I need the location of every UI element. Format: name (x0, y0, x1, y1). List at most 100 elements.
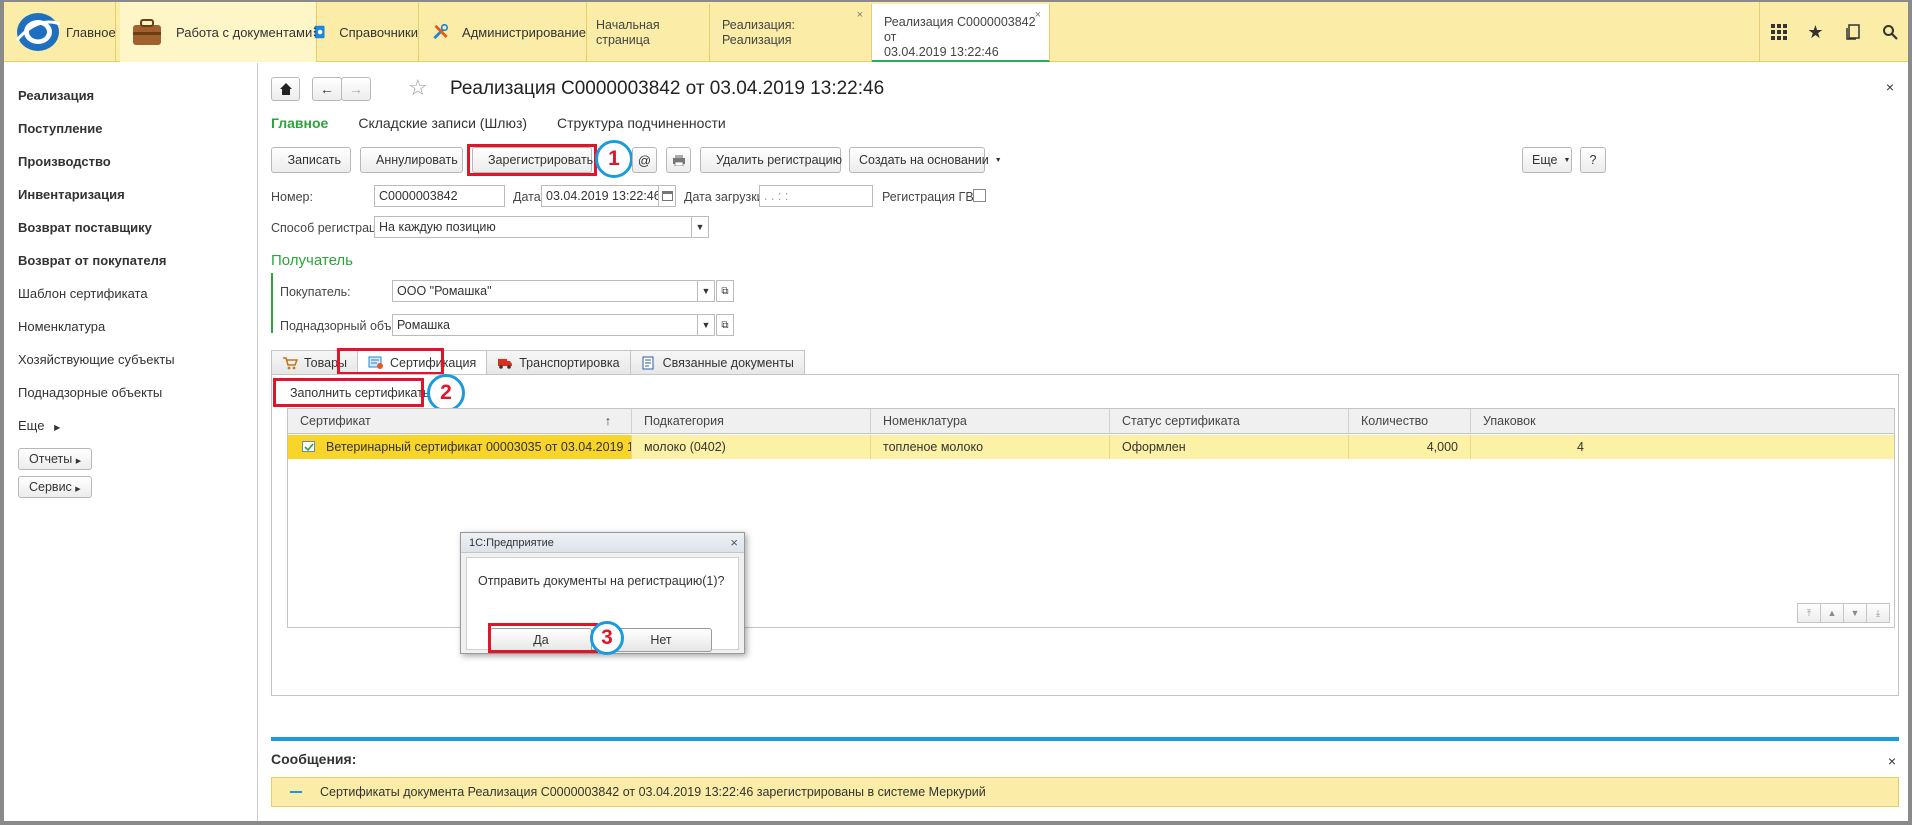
service-label: Сервис (29, 480, 72, 494)
save-label: Записать (287, 153, 341, 167)
tab-related-docs[interactable]: Связанные документы (629, 350, 805, 375)
sidebar-more-label: Еще (18, 418, 45, 433)
scroll-bottom-icon[interactable]: ⤓ (1866, 603, 1890, 623)
sidebar-item-return-customer[interactable]: Возврат от покупателя (4, 244, 257, 277)
message-text: Сертификаты документа Реализация С000000… (320, 785, 986, 799)
object-open-button[interactable]: ⧉ (716, 314, 734, 336)
column-header-label: Сертификат (300, 414, 371, 428)
caret-right-icon: ▶ (54, 423, 61, 432)
message-item[interactable]: Сертификаты документа Реализация С000000… (271, 777, 1899, 807)
tab-sales-list[interactable]: Реализация: Реализация × (710, 4, 872, 62)
date-field[interactable]: 03.04.2019 13:22:46 (541, 185, 659, 207)
scroll-up-icon[interactable]: ▲ (1820, 603, 1844, 623)
gve-checkbox[interactable] (973, 189, 986, 202)
sidebar-more[interactable]: Еще ▶ (4, 409, 257, 442)
number-field[interactable]: С0000003842 (374, 185, 505, 207)
tab-current-label-line2: 03.04.2019 13:22:46 (884, 45, 999, 59)
method-field[interactable]: На каждую позицию (374, 216, 692, 238)
reports-label: Отчеты (29, 452, 73, 466)
subnav-structure[interactable]: Структура подчиненности (557, 115, 726, 131)
address-book-icon (313, 25, 325, 39)
sidebar-item-inventory[interactable]: Инвентаризация (4, 178, 257, 211)
tab-transport[interactable]: Транспортировка (486, 350, 631, 375)
subnav-main[interactable]: Главное (271, 115, 328, 131)
create-based-on-label: Создать на основании (859, 153, 989, 167)
sidebar-item-entities[interactable]: Хозяйствующие субъекты (4, 343, 257, 376)
scroll-down-icon[interactable]: ▼ (1843, 603, 1867, 623)
column-header-certificate[interactable]: Сертификат ↑ (288, 409, 632, 434)
annul-label: Аннулировать (376, 153, 458, 167)
more-button[interactable]: Еще ▼ (1522, 147, 1572, 173)
arrow-right-icon: → (349, 81, 363, 97)
tab-current-document[interactable]: Реализация С0000003842 от 03.04.2019 13:… (872, 4, 1050, 62)
history-icon[interactable] (1834, 2, 1871, 62)
cell-status[interactable]: Оформлен (1110, 435, 1349, 459)
grid-icon[interactable] (1760, 2, 1797, 62)
search-icon[interactable] (1871, 2, 1908, 62)
close-icon[interactable]: × (1888, 753, 1896, 769)
sidebar-item-nomenclature[interactable]: Номенклатура (4, 310, 257, 343)
column-header-subcategory[interactable]: Подкатегория (632, 409, 871, 434)
buyer-dropdown[interactable]: ▼ (697, 280, 715, 302)
recipient-group-line (271, 273, 273, 333)
cell-certificate[interactable]: Ветеринарный сертификат 00003035 от 03.0… (288, 435, 632, 459)
home-button[interactable] (271, 77, 300, 101)
tab-close-icon[interactable]: × (1035, 8, 1041, 23)
caret-down-icon: ▼ (701, 320, 711, 330)
section-references[interactable]: Справочники (302, 2, 419, 62)
scroll-top-icon[interactable]: ⤒ (1797, 603, 1821, 623)
tab-sales-list-label: Реализация: Реализация (722, 18, 796, 47)
buyer-open-button[interactable]: ⧉ (716, 280, 734, 302)
star-icon[interactable]: ★ (1797, 2, 1834, 62)
column-header-quantity[interactable]: Количество (вес) (1349, 409, 1471, 453)
sidebar-item-receipt[interactable]: Поступление (4, 112, 257, 145)
calendar-button[interactable] (658, 185, 676, 207)
delete-registration-button[interactable]: Удалить регистрацию (700, 147, 842, 173)
create-based-on-button[interactable]: Создать на основании ▼ (849, 147, 1002, 173)
sidebar-item-sales[interactable]: Реализация (4, 79, 257, 112)
close-icon[interactable]: × (1886, 79, 1894, 95)
table-row[interactable]: Ветеринарный сертификат 00003035 от 03.0… (288, 435, 1894, 459)
messages-title: Сообщения: (271, 751, 357, 767)
section-documents[interactable]: Работа с документами (120, 2, 317, 62)
sidebar-item-production[interactable]: Производство (4, 145, 257, 178)
column-header-status[interactable]: Статус сертификата (1110, 409, 1349, 434)
back-button[interactable]: ← (312, 77, 342, 101)
reports-button[interactable]: Отчеты ▶ (18, 448, 93, 470)
cell-nomenclature[interactable]: топленое молоко (871, 435, 1110, 459)
load-date-field[interactable]: . . : : (759, 185, 873, 207)
caret-down-icon: ▼ (701, 286, 711, 296)
favorite-star-icon[interactable]: ☆ (408, 75, 428, 101)
section-admin[interactable]: Администрирование (419, 2, 587, 62)
service-button[interactable]: Сервис ▶ (18, 476, 92, 498)
help-button[interactable]: ? (1580, 147, 1606, 173)
column-header-packages[interactable]: Упаковок (1471, 409, 1596, 434)
print-button[interactable] (666, 147, 691, 173)
sidebar-item-return-supplier[interactable]: Возврат поставщику (4, 211, 257, 244)
no-button[interactable]: Нет (610, 628, 712, 652)
sidebar-item-cert-template[interactable]: Шаблон сертификата (4, 277, 257, 310)
sidebar-item-objects[interactable]: Поднадзорные объекты (4, 376, 257, 409)
tab-start-page[interactable]: Начальная страница (584, 4, 710, 62)
method-dropdown[interactable]: ▼ (691, 216, 709, 238)
email-button[interactable]: @ (632, 147, 657, 173)
section-references-label: Справочники (339, 24, 418, 40)
cell-quantity[interactable]: 4,000 (1349, 435, 1471, 459)
cell-subcategory[interactable]: молоко (0402) (632, 435, 871, 459)
confirm-dialog: 1С:Предприятие × Отправить документы на … (460, 532, 745, 655)
column-header-nomenclature[interactable]: Номенклатура (871, 409, 1110, 434)
buyer-field[interactable]: ООО "Ромашка" (392, 280, 698, 302)
close-icon[interactable]: × (730, 535, 738, 550)
object-dropdown[interactable]: ▼ (697, 314, 715, 336)
save-button[interactable]: Записать (271, 147, 351, 173)
logo-icon[interactable] (14, 10, 62, 54)
object-field[interactable]: Ромашка (392, 314, 698, 336)
subnav-warehouse[interactable]: Складские записи (Шлюз) (358, 115, 527, 131)
cell-packages[interactable]: 4 (1471, 435, 1596, 459)
highlight-box-fill (273, 378, 424, 407)
tab-close-icon[interactable]: × (857, 8, 863, 23)
annul-button[interactable]: Аннулировать (360, 147, 463, 173)
help-icon: ? (1589, 153, 1597, 167)
forward-button[interactable]: → (341, 77, 371, 101)
section-main[interactable]: Главное (60, 2, 116, 62)
